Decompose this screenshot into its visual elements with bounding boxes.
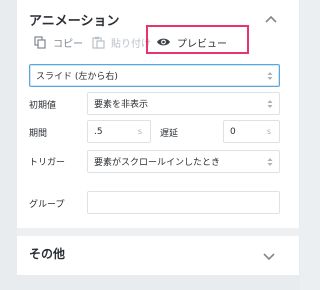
initial-state-select[interactable]: 要素を非表示	[87, 92, 280, 115]
delay-value: 0	[230, 126, 236, 137]
duration-value: .5	[94, 126, 103, 137]
delay-input[interactable]: 0 s	[223, 120, 280, 143]
paste-icon	[92, 36, 105, 49]
delay-label: 遅延	[160, 129, 179, 139]
panel-scrollbar-track[interactable]	[300, 0, 320, 290]
group-input[interactable]	[87, 191, 280, 214]
trigger-label: トリガー	[29, 158, 66, 168]
copy-button[interactable]: コピー	[34, 32, 83, 52]
other-section-title: その他	[29, 247, 66, 261]
animation-section-title: アニメーション	[29, 14, 120, 29]
paste-label: 貼り付け	[111, 38, 151, 50]
preview-highlight-frame	[146, 25, 249, 54]
duration-unit: s	[137, 127, 142, 136]
select-arrows-icon	[267, 72, 273, 80]
delay-unit: s	[266, 127, 271, 136]
animation-settings-panel: アニメーション コピー 貼り付け プレビュー スライド (左から右) 初期値 要…	[17, 0, 299, 275]
effect-select-value: スライド (左から右)	[36, 72, 118, 82]
select-arrows-icon	[267, 158, 273, 166]
copy-icon	[34, 35, 46, 49]
initial-state-label: 初期値	[29, 101, 57, 111]
select-arrows-icon	[267, 100, 273, 108]
section-divider	[17, 228, 299, 236]
trigger-value: 要素がスクロールインしたとき	[94, 158, 221, 168]
copy-label: コピー	[53, 38, 83, 50]
duration-label: 期間	[29, 129, 48, 139]
initial-state-value: 要素を非表示	[94, 100, 149, 110]
paste-button[interactable]: 貼り付け	[92, 32, 151, 52]
group-label: グループ	[29, 200, 65, 210]
chevron-down-icon[interactable]	[262, 248, 276, 262]
chevron-up-icon[interactable]	[264, 12, 278, 26]
trigger-select[interactable]: 要素がスクロールインしたとき	[87, 150, 280, 173]
duration-input[interactable]: .5 s	[87, 120, 151, 143]
effect-select[interactable]: スライド (左から右)	[29, 64, 280, 87]
